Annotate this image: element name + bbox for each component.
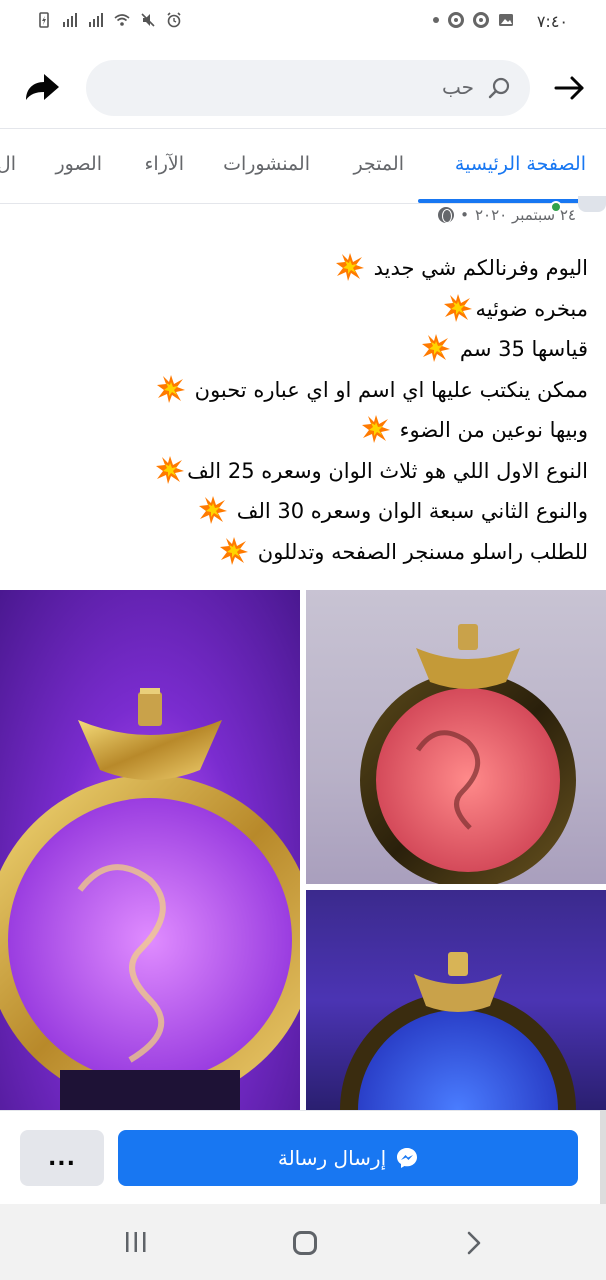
photo-red-light[interactable] xyxy=(306,590,606,884)
post-line: وبيها نوعين من الضوء xyxy=(8,410,588,451)
battery-icon xyxy=(39,12,49,28)
meta-separator: • xyxy=(460,206,469,224)
collision-emoji-icon xyxy=(156,455,185,484)
arrow-right-icon[interactable] xyxy=(552,70,588,106)
scrollbar[interactable] xyxy=(600,1110,606,1204)
messenger-icon xyxy=(397,1148,418,1168)
post-line-text: قياسها 35 سم xyxy=(459,337,588,361)
post-line-text: النوع الاول اللي هو ثلاث الوان وسعره 25 … xyxy=(187,458,588,483)
notification-dot-icon xyxy=(433,17,439,23)
status-time: ٧:٤٠ xyxy=(536,12,568,31)
collision-emoji-icon xyxy=(444,293,473,322)
collision-emoji-icon xyxy=(220,536,249,565)
incense-burner-illustration xyxy=(0,688,300,1110)
post-line-text: اليوم وفرنالكم شي جديد xyxy=(373,256,588,280)
photo-blue-light[interactable] xyxy=(306,890,606,1110)
post-line: للطلب راسلو مسنجر الصفحه وتدللون xyxy=(8,532,588,573)
tab-photos[interactable]: الصور xyxy=(55,153,102,175)
search-query: حب xyxy=(441,75,474,99)
home-icon[interactable] xyxy=(293,1231,317,1255)
recents-icon[interactable] xyxy=(123,1231,149,1253)
tab-reviews[interactable]: الآراء xyxy=(144,153,184,175)
send-message-label: إرسال رسالة xyxy=(277,1146,387,1170)
incense-burner-illustration xyxy=(360,624,576,884)
avatar[interactable] xyxy=(578,196,606,212)
globe-icon xyxy=(438,207,455,223)
signal-icon xyxy=(63,13,77,27)
post-line-text: والنوع الثاني سبعة الوان وسعره 30 الف xyxy=(236,499,588,523)
post-line-text: وبيها نوعين من الضوء xyxy=(399,418,588,442)
image-icon xyxy=(499,14,513,26)
post-line-text: ممكن ينكتب عليها اي اسم او اي عباره تحبو… xyxy=(194,377,588,402)
collision-emoji-icon xyxy=(156,374,185,403)
wifi-icon xyxy=(114,14,130,26)
search-input[interactable]: حب xyxy=(86,60,530,116)
post-date[interactable]: ٢٤ سبتمبر ٢٠٢٠ xyxy=(475,206,576,224)
chevron-right-icon[interactable] xyxy=(466,1231,482,1255)
collision-emoji-icon xyxy=(361,415,390,443)
tab-posts[interactable]: المنشورات xyxy=(223,153,310,175)
collision-emoji-icon xyxy=(199,496,228,524)
chrome-icon xyxy=(473,12,489,28)
more-options-button[interactable]: ... xyxy=(20,1130,104,1186)
action-bar: ... إرسال رسالة xyxy=(0,1110,606,1204)
post-line: ممكن ينكتب عليها اي اسم او اي عباره تحبو… xyxy=(8,370,588,411)
chrome-icon xyxy=(448,12,464,28)
status-right-icons xyxy=(433,12,514,28)
signal-icon xyxy=(89,13,103,27)
post-meta: ٢٤ سبتمبر ٢٠٢٠ • xyxy=(438,203,576,227)
mute-icon xyxy=(141,13,155,27)
status-left-icons xyxy=(36,12,182,28)
collision-emoji-icon xyxy=(422,334,451,362)
post-line-text: للطلب راسلو مسنجر الصفحه وتدللون xyxy=(257,539,588,564)
post-line: اليوم وفرنالكم شي جديد xyxy=(8,248,588,289)
send-message-button[interactable]: إرسال رسالة xyxy=(118,1130,578,1186)
system-nav-bar xyxy=(0,1204,606,1280)
collision-emoji-icon xyxy=(335,253,364,281)
share-icon[interactable] xyxy=(22,70,62,106)
post-line: النوع الاول اللي هو ثلاث الوان وسعره 25 … xyxy=(8,451,588,492)
page-tabs: الصفحة الرئيسية المتجر المنشورات الآراء … xyxy=(0,128,606,204)
photo-purple-light[interactable] xyxy=(0,590,300,1110)
post-text: اليوم وفرنالكم شي جديد مبخره ضوئيه قياسه… xyxy=(8,248,588,572)
tab-home[interactable]: الصفحة الرئيسية xyxy=(455,153,586,175)
post-line: قياسها 35 سم xyxy=(8,329,588,370)
post-line: والنوع الثاني سبعة الوان وسعره 30 الف xyxy=(8,491,588,532)
tab-more[interactable]: ال xyxy=(0,153,16,175)
tab-store[interactable]: المتجر xyxy=(353,153,404,175)
search-header: حب xyxy=(0,44,606,128)
alarm-icon xyxy=(167,12,181,28)
post-line-text: مبخره ضوئيه xyxy=(475,296,588,321)
incense-burner-illustration xyxy=(340,952,576,1110)
status-bar: ٧:٤٠ xyxy=(0,0,606,44)
search-icon xyxy=(488,77,510,99)
post-line: مبخره ضوئيه xyxy=(8,289,588,330)
